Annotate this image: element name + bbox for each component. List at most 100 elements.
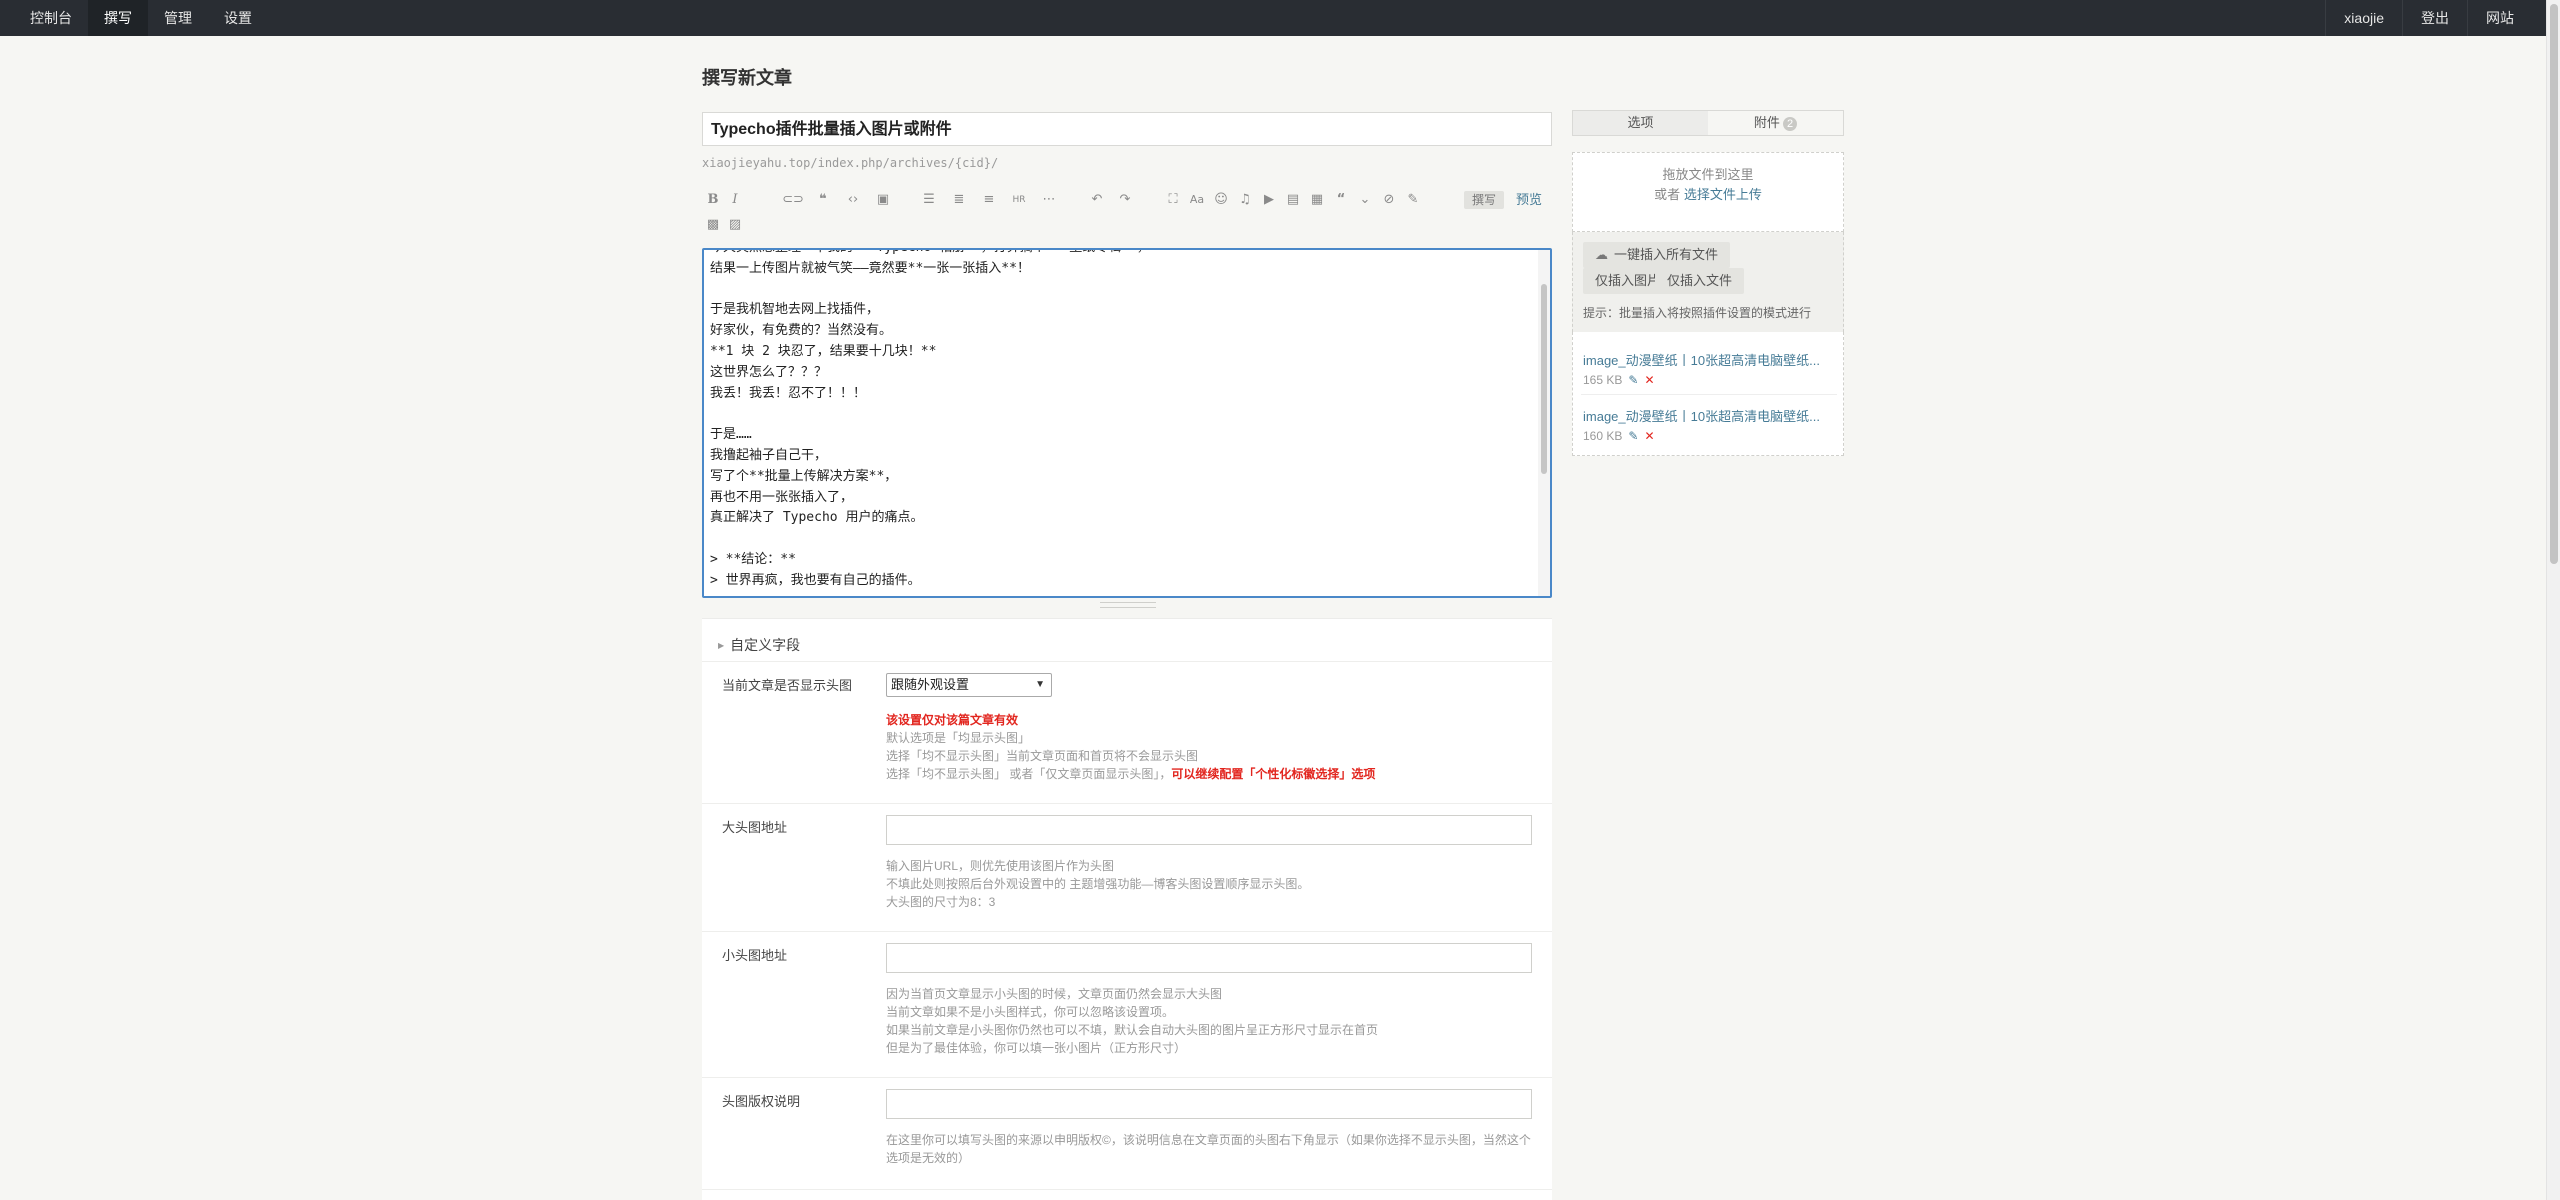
login-visible-icon[interactable]: ✎: [1402, 189, 1424, 211]
show-header-select[interactable]: 跟随外观设置 ▼: [886, 673, 1052, 697]
show-header-desc: 该设置仅对该篇文章有效 默认选项是「均显示头图」 选择「均不显示头图」当前文章页…: [886, 711, 1532, 783]
site-link[interactable]: 网站: [2467, 0, 2532, 36]
attachment-size: 165 KB: [1583, 373, 1623, 387]
page-scrollbar[interactable]: [2546, 0, 2560, 1200]
divider: [1581, 394, 1837, 395]
tab-attachments-label: 附件: [1753, 115, 1780, 130]
small-header-input[interactable]: [886, 943, 1532, 973]
hr-icon[interactable]: HR: [1008, 189, 1030, 211]
image-icon[interactable]: ▣: [872, 189, 894, 211]
delete-icon[interactable]: ✕: [1644, 373, 1654, 387]
link-icon[interactable]: ⊂⊃: [782, 189, 804, 211]
custom-fields-title: 自定义字段: [730, 637, 801, 653]
page-title: 撰写新文章: [702, 68, 792, 88]
post-title-input[interactable]: Typecho插件批量插入图片或附件: [702, 112, 1552, 146]
insert-all-button[interactable]: ☁ 一键插入所有文件: [1583, 242, 1731, 268]
markdown-editor[interactable]: 今天突然想整理一下我的 **Typecho 相册**，打算搞个 **壁纸专辑**…: [702, 248, 1552, 598]
file-icon[interactable]: ▤: [1282, 189, 1304, 211]
or-text: 或者: [1654, 187, 1681, 202]
desc-line: 但是为了最佳体验，你可以填一张小图片（正方形尺寸）: [886, 1041, 1187, 1055]
insert-all-label: 一键插入所有文件: [1614, 247, 1719, 262]
redo-icon[interactable]: ↷: [1114, 189, 1136, 211]
edit-icon[interactable]: ✎: [1628, 373, 1638, 387]
logout-link[interactable]: 登出: [2402, 0, 2467, 36]
bold-icon[interactable]: B: [702, 189, 724, 211]
attachment-name[interactable]: image_动漫壁纸丨10张超高清电脑壁纸...: [1583, 350, 1835, 369]
divider: [702, 931, 1552, 932]
heading-icon[interactable]: ≡: [978, 189, 1000, 211]
desc-line: 选择「均不显示头图」 或者「仅文章页面显示头图」，可以继续配置「个性化标徽选择」…: [886, 765, 1532, 783]
editor-content[interactable]: 今天突然想整理一下我的 **Typecho 相册**，打算搞个 **壁纸专辑**…: [710, 250, 1530, 592]
delete-icon[interactable]: ✕: [1644, 429, 1654, 443]
page-scrollbar-thumb[interactable]: [2550, 4, 2558, 564]
attachment-list: image_动漫壁纸丨10张超高清电脑壁纸... 165 KB ✎ ✕ image_…: [1572, 332, 1844, 456]
desc-line: 输入图片URL，则优先使用该图片作为头图: [886, 859, 1115, 873]
ordered-list-icon[interactable]: ☰: [918, 189, 940, 211]
batch-insert-panel: ☁ 一键插入所有文件 仅插入图片 仅插入文件 提示：批量插入将按照插件设置的模式进…: [1572, 232, 1844, 332]
header-copyright-input[interactable]: [886, 1089, 1532, 1119]
main-nav: 控制台 撰写 管理 设置: [0, 0, 268, 36]
custom-fields-panel: ▶ 自定义字段 当前文章是否显示头图 跟随外观设置 ▼ 该设置仅对该篇文章有效 默认…: [702, 618, 1552, 1200]
video-icon[interactable]: ▶: [1258, 189, 1280, 211]
quote-block-icon[interactable]: “: [1330, 189, 1352, 211]
insert-hint: 提示：批量插入将按照插件设置的模式进行: [1583, 306, 1812, 320]
insert-files-button[interactable]: 仅插入文件: [1655, 268, 1745, 294]
more-icon[interactable]: ⋯: [1038, 189, 1060, 211]
extra-1-icon[interactable]: ▩: [702, 214, 724, 236]
drop-text: 拖放文件到这里: [1662, 167, 1754, 182]
desc-line: 因为当首页文章显示小头图的时候，文章页面仍然会显示大头图: [886, 987, 1223, 1001]
quote-icon[interactable]: ❝: [812, 189, 834, 211]
unordered-list-icon[interactable]: ≣: [948, 189, 970, 211]
nav-manage[interactable]: 管理: [148, 0, 208, 36]
upload-link[interactable]: 选择文件上传: [1684, 187, 1762, 202]
divider: [702, 803, 1552, 804]
custom-fields-toggle[interactable]: ▶ 自定义字段: [718, 635, 800, 655]
audio-icon[interactable]: ♫: [1234, 189, 1256, 211]
large-header-desc: 输入图片URL，则优先使用该图片作为头图 不填此处则按照后台外观设置中的 主题增…: [886, 857, 1532, 911]
collapse-icon[interactable]: ⌄: [1354, 189, 1376, 211]
file-dropzone[interactable]: 拖放文件到这里 或者 选择文件上传: [1572, 152, 1844, 232]
desc-line: 选择「均不显示头图」当前文章页面和首页将不会显示头图: [886, 749, 1199, 763]
divider: [702, 1189, 1552, 1190]
user-link[interactable]: xiaojie: [2325, 0, 2402, 36]
extra-2-icon[interactable]: ▨: [724, 214, 746, 236]
large-header-input[interactable]: [886, 815, 1532, 845]
list-item: image_动漫壁纸丨10张超高清电脑壁纸... 165 KB ✎ ✕: [1583, 350, 1835, 387]
permalink[interactable]: xiaojieyahu.top/index.php/archives/{cid}…: [702, 156, 998, 170]
nav-dashboard[interactable]: 控制台: [0, 0, 88, 36]
text-style-icon[interactable]: Aa: [1186, 189, 1208, 211]
field-label-small-header: 小头图地址: [722, 948, 788, 963]
tab-preview[interactable]: 预览: [1516, 191, 1542, 209]
editor-scrollbar-thumb[interactable]: [1541, 284, 1547, 474]
tab-options[interactable]: 选项: [1573, 111, 1708, 135]
tab-write[interactable]: 撰写: [1464, 191, 1505, 209]
tab-attachments[interactable]: 附件 2: [1708, 111, 1843, 135]
chevron-down-icon: ▼: [1035, 679, 1045, 690]
editor-resize-handle[interactable]: [1100, 602, 1156, 608]
divider: [702, 1077, 1552, 1078]
italic-icon[interactable]: I: [724, 189, 746, 211]
code-icon[interactable]: ‹›: [842, 189, 864, 211]
emoji-icon[interactable]: ☺: [1210, 189, 1232, 211]
attachment-name[interactable]: image_动漫壁纸丨10张超高清电脑壁纸...: [1583, 406, 1835, 425]
desc-warning: 该设置仅对该篇文章有效: [886, 713, 1019, 727]
editor-scrollbar[interactable]: [1538, 250, 1550, 596]
gallery-icon[interactable]: ▦: [1306, 189, 1328, 211]
edit-icon[interactable]: ✎: [1628, 429, 1638, 443]
attachment-count-badge: 2: [1782, 117, 1798, 131]
desc-line: 大头图的尺寸为8：3: [886, 895, 996, 909]
undo-icon[interactable]: ↶: [1086, 189, 1108, 211]
user-nav: xiaojie 登出 网站: [2325, 0, 2560, 36]
desc-mixed-red: 可以继续配置「个性化标徽选择」选项: [1171, 767, 1376, 781]
desc-line: 默认选项是「均显示头图」: [886, 731, 1031, 745]
fullscreen-icon[interactable]: ⛶: [1162, 189, 1184, 211]
sidebar-tabs: 选项 附件 2: [1572, 110, 1844, 136]
expand-triangle-icon: ▶: [718, 641, 725, 650]
desc-line: 如果当前文章是小头图你仍然也可以不填，默认会自动大头图的图片呈正方形尺寸显示在首…: [886, 1023, 1379, 1037]
hide-icon[interactable]: ⊘: [1378, 189, 1400, 211]
desc-line: 当前文章如果不是小头图样式，你可以忽略该设置项。: [886, 1005, 1175, 1019]
small-header-desc: 因为当首页文章显示小头图的时候，文章页面仍然会显示大头图 当前文章如果不是小头图…: [886, 985, 1532, 1057]
nav-write[interactable]: 撰写: [88, 0, 148, 36]
field-label-show-header: 当前文章是否显示头图: [722, 678, 853, 693]
nav-settings[interactable]: 设置: [208, 0, 268, 36]
